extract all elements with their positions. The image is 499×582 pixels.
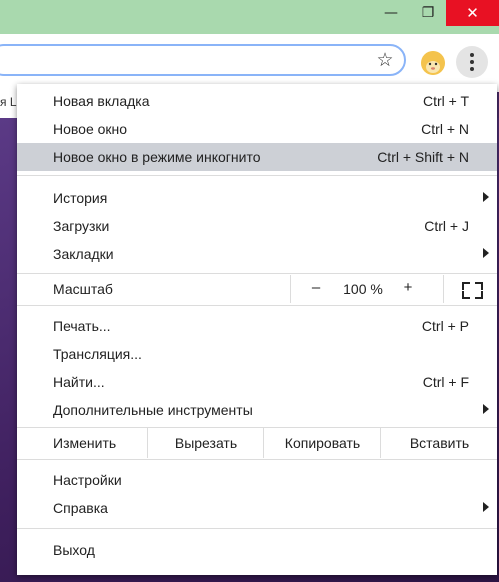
minimize-button[interactable]: — xyxy=(372,0,410,26)
paste-button[interactable]: Вставить xyxy=(380,428,498,458)
menu-item-label: Новое окно xyxy=(53,121,128,137)
submenu-arrow-icon xyxy=(483,502,489,512)
menu-item-history[interactable]: История xyxy=(17,184,497,212)
zoom-controls: – 100 % + xyxy=(290,275,498,303)
close-button[interactable]: ✕ xyxy=(446,0,499,26)
submenu-arrow-icon xyxy=(483,248,489,258)
menu-separator xyxy=(17,273,497,274)
zoom-in-button[interactable]: + xyxy=(398,279,418,296)
menu-item-label: Дополнительные инструменты xyxy=(53,402,253,418)
menu-separator xyxy=(17,175,497,176)
bookmark-partial-text[interactable]: я L xyxy=(0,95,17,109)
menu-item-more-tools[interactable]: Дополнительные инструменты xyxy=(17,396,497,424)
menu-item-downloads[interactable]: Загрузки Ctrl + J xyxy=(17,212,497,240)
menu-item-new-window[interactable]: Новое окно Ctrl + N xyxy=(17,115,497,143)
menu-item-shortcut: Ctrl + N xyxy=(421,121,469,137)
menu-item-shortcut: Ctrl + P xyxy=(421,318,469,334)
title-bar: — ❐ ✕ xyxy=(0,0,499,34)
submenu-arrow-icon xyxy=(483,192,489,202)
avatar-face-icon xyxy=(421,51,445,75)
menu-item-exit[interactable]: Выход xyxy=(17,536,497,564)
menu-separator xyxy=(17,459,497,460)
star-icon[interactable]: ☆ xyxy=(373,48,397,72)
kebab-menu-icon[interactable] xyxy=(456,46,488,78)
menu-separator xyxy=(17,528,497,529)
menu-item-label: Новая вкладка xyxy=(53,93,150,109)
menu-item-label: Печать... xyxy=(53,318,111,334)
zoom-out-button[interactable]: – xyxy=(306,279,326,296)
edit-label: Изменить xyxy=(53,435,117,451)
menu-item-label: Новое окно в режиме инкогнито xyxy=(53,149,261,165)
menu-item-label: Загрузки xyxy=(53,218,110,234)
menu-item-label: Закладки xyxy=(53,246,114,262)
menu-item-label: Трансляция... xyxy=(53,346,142,362)
menu-separator xyxy=(17,305,497,306)
maximize-button[interactable]: ❐ xyxy=(410,0,446,26)
menu-item-print[interactable]: Печать... Ctrl + P xyxy=(17,312,497,340)
menu-item-bookmarks[interactable]: Закладки xyxy=(17,240,497,268)
address-bar[interactable] xyxy=(0,44,406,76)
menu-item-edit: Изменить Вырезать Копировать Вставить xyxy=(17,428,497,458)
menu-item-label: История xyxy=(53,190,108,206)
menu-item-label: Выход xyxy=(53,542,95,558)
zoom-label: Масштаб xyxy=(53,281,113,297)
menu-item-shortcut: Ctrl + Shift + N xyxy=(377,149,469,165)
menu-item-label: Справка xyxy=(53,500,108,516)
menu-item-label: Найти... xyxy=(53,374,105,390)
zoom-value: 100 % xyxy=(343,281,383,297)
avatar[interactable] xyxy=(421,51,445,75)
menu-item-help[interactable]: Справка xyxy=(17,494,497,522)
menu-item-find[interactable]: Найти... Ctrl + F xyxy=(17,368,497,396)
copy-button[interactable]: Копировать xyxy=(263,428,381,458)
menu-item-zoom: Масштаб – 100 % + xyxy=(17,275,497,303)
chrome-main-menu: Новая вкладка Ctrl + T Новое окно Ctrl +… xyxy=(17,84,497,575)
menu-item-incognito[interactable]: Новое окно в режиме инкогнито Ctrl + Shi… xyxy=(17,143,497,171)
cut-button[interactable]: Вырезать xyxy=(147,428,264,458)
submenu-arrow-icon xyxy=(483,404,489,414)
menu-item-shortcut: Ctrl + T xyxy=(422,93,469,109)
menu-item-settings[interactable]: Настройки xyxy=(17,466,497,494)
menu-item-shortcut: Ctrl + F xyxy=(422,374,469,390)
menu-item-cast[interactable]: Трансляция... xyxy=(17,340,497,368)
fullscreen-icon[interactable] xyxy=(443,275,499,303)
menu-item-label: Настройки xyxy=(53,472,122,488)
menu-item-shortcut: Ctrl + J xyxy=(424,218,469,234)
menu-item-new-tab[interactable]: Новая вкладка Ctrl + T xyxy=(17,87,497,115)
